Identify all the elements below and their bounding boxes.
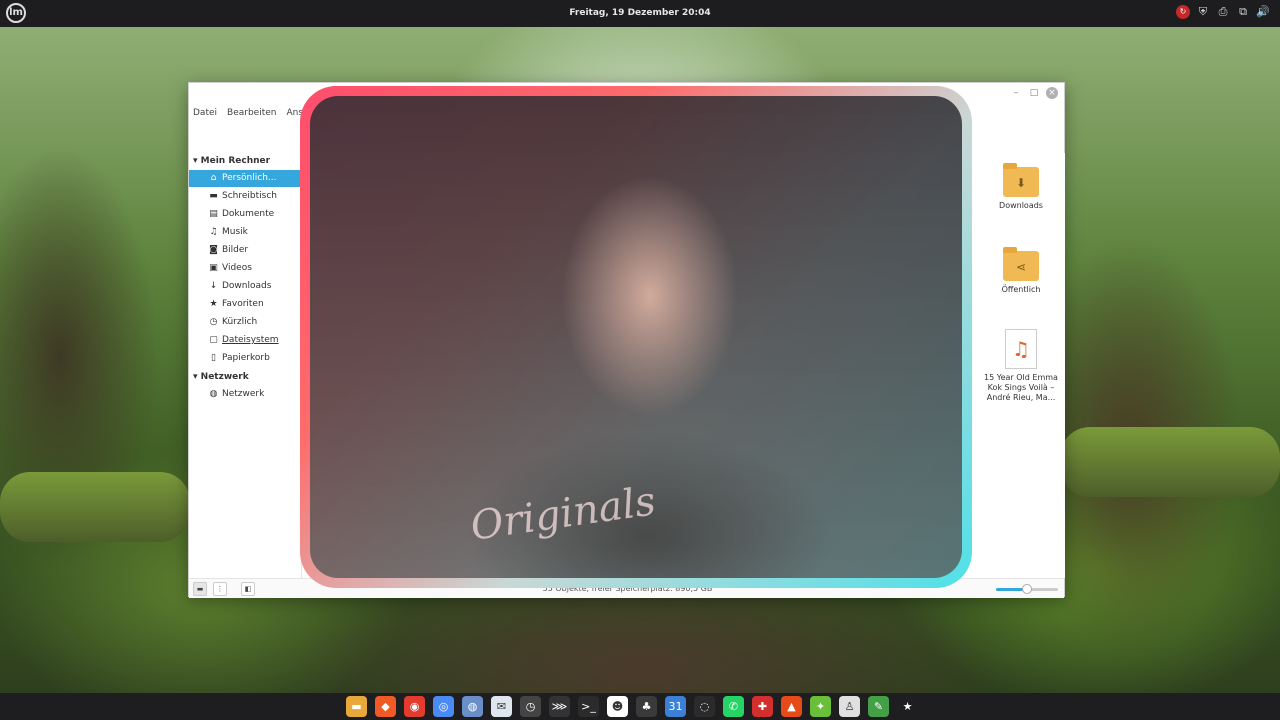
music-icon: ♫ — [209, 227, 218, 237]
clock[interactable]: Freitag, 19 Dezember 20:04 — [0, 8, 1280, 18]
mossy-log — [0, 472, 190, 542]
share-icon: ⋖ — [1003, 247, 1039, 281]
minimize-icon[interactable]: – — [1010, 87, 1022, 99]
sidebar-item-desktop[interactable]: ▬ Schreibtisch — [189, 188, 301, 205]
vivaldi-icon[interactable]: ◉ — [404, 696, 425, 717]
files-icon[interactable]: ▬ — [346, 696, 367, 717]
sidebar-header-network[interactable]: ▾ Netzwerk — [193, 372, 249, 382]
system-tray: ↻ ⛨ ⎙ ⧉ 🔊 — [1176, 5, 1270, 19]
sidebar-header-computer[interactable]: ▾ Mein Rechner — [193, 156, 270, 166]
menu-file[interactable]: Datei — [193, 108, 217, 118]
maximize-icon[interactable]: □ — [1028, 87, 1040, 99]
update-icon[interactable]: ↻ — [1176, 5, 1190, 19]
sidebar-item-trash[interactable]: ▯ Papierkorb — [189, 350, 301, 367]
sidebar-item-filesystem[interactable]: ▢ Dateisystem — [189, 332, 301, 349]
download-icon: ⬇ — [1003, 163, 1039, 197]
file-name: 15 Year Old Emma Kok Sings Voilà – André… — [984, 373, 1058, 402]
app-red-icon[interactable]: ✚ — [752, 696, 773, 717]
menu-edit[interactable]: Bearbeiten — [227, 108, 276, 118]
sidebar-item-videos[interactable]: ▣ Videos — [189, 260, 301, 277]
home-icon: ⌂ — [210, 173, 217, 183]
sidebar-item-label: Downloads — [222, 281, 272, 291]
webcam-video: Originals — [310, 96, 962, 578]
close-icon[interactable]: × — [1046, 87, 1058, 99]
dock: ▬ ◆ ◉ ◎ ◍ ✉ ◷ ⋙ >_ ☻ ♣ 31 ◌ ✆ ✚ ▲ ✦ ♙ ✎ ★ — [0, 693, 1280, 720]
network-icon[interactable]: ⧉ — [1236, 5, 1250, 19]
calendar-icon[interactable]: 31 — [665, 696, 686, 717]
sidebar-item-favorites[interactable]: ★ Favoriten — [189, 296, 301, 313]
sidebar-item-label: Netzwerk — [222, 389, 265, 399]
browser-icon[interactable]: ◍ — [462, 696, 483, 717]
file-item-downloads[interactable]: ⬇ Downloads — [981, 163, 1061, 211]
sidebar-item-downloads[interactable]: ↓ Downloads — [189, 278, 301, 295]
music-file-icon: ♫ — [1005, 329, 1037, 369]
webcam-overlay: Originals — [300, 86, 972, 588]
download-icon: ↓ — [209, 281, 218, 291]
sidebar-item-label: Musik — [222, 227, 248, 237]
timeshift-icon[interactable]: ◷ — [520, 696, 541, 717]
sidebar-item-label: Videos — [222, 263, 252, 273]
sidebar-item-label: Favoriten — [222, 299, 264, 309]
sidebar-item-label: Kürzlich — [222, 317, 258, 327]
game-icon[interactable]: ☻ — [607, 696, 628, 717]
favorites-icon[interactable]: ★ — [897, 696, 918, 717]
file-name: Downloads — [999, 201, 1043, 210]
steam-icon[interactable]: ♣ — [636, 696, 657, 717]
sidebar-item-network[interactable]: ◍ Netzwerk — [189, 386, 301, 403]
shirt-text: Originals — [467, 478, 659, 550]
mossy-log — [1060, 427, 1280, 497]
sidebar-item-music[interactable]: ♫ Musik — [189, 224, 301, 241]
trash-icon: ▯ — [211, 353, 216, 363]
sidebar-item-home[interactable]: ⌂ Persönlich... — [189, 170, 301, 187]
file-item-music[interactable]: ♫ 15 Year Old Emma Kok Sings Voilà – And… — [981, 329, 1061, 403]
camera-icon: ◙ — [209, 245, 218, 255]
terminal-icon[interactable]: >_ — [578, 696, 599, 717]
sidebar-item-label: Persönlich... — [222, 173, 277, 183]
linux-icon[interactable]: ♙ — [839, 696, 860, 717]
globe-icon: ◍ — [209, 389, 218, 399]
file-item-public[interactable]: ⋖ Öffentlich — [981, 247, 1061, 295]
star-icon: ★ — [209, 299, 218, 309]
mail-icon[interactable]: ✉ — [491, 696, 512, 717]
sidebar-item-label: Schreibtisch — [222, 191, 277, 201]
brave-icon[interactable]: ◆ — [375, 696, 396, 717]
top-panel: lm Freitag, 19 Dezember 20:04 ↻ ⛨ ⎙ ⧉ 🔊 — [0, 0, 1280, 27]
sidebar-item-recent[interactable]: ◷ Kürzlich — [189, 314, 301, 331]
sidebar-item-documents[interactable]: ▤ Dokumente — [189, 206, 301, 223]
video-icon: ▣ — [209, 263, 218, 273]
zoom-knob[interactable] — [1022, 584, 1032, 594]
sync-icon[interactable]: ◌ — [694, 696, 715, 717]
sidebar-item-label: Papierkorb — [222, 353, 270, 363]
zoom-slider[interactable] — [996, 584, 1058, 594]
drive-icon: ▢ — [209, 335, 218, 345]
desktop-icon: ▬ — [209, 191, 218, 201]
obs-icon[interactable]: ⋙ — [549, 696, 570, 717]
sidebar-item-pictures[interactable]: ◙ Bilder — [189, 242, 301, 259]
whatsapp-icon[interactable]: ✆ — [723, 696, 744, 717]
document-icon: ▤ — [209, 209, 218, 219]
sidebar: ▾ Mein Rechner ⌂ Persönlich... ▬ Schreib… — [189, 153, 302, 578]
volume-icon[interactable]: 🔊 — [1256, 5, 1270, 19]
printer-icon[interactable]: ⎙ — [1216, 5, 1230, 19]
shield-icon[interactable]: ⛨ — [1196, 5, 1210, 19]
puzzle-icon[interactable]: ✦ — [810, 696, 831, 717]
chrome-icon[interactable]: ◎ — [433, 696, 454, 717]
sidebar-item-label: Dokumente — [222, 209, 275, 219]
sidebar-item-label: Dateisystem — [222, 335, 279, 345]
dock-items: ▬ ◆ ◉ ◎ ◍ ✉ ◷ ⋙ >_ ☻ ♣ 31 ◌ ✆ ✚ ▲ ✦ ♙ ✎ ★ — [346, 696, 918, 717]
fire-icon[interactable]: ▲ — [781, 696, 802, 717]
sidebar-item-label: Bilder — [222, 245, 249, 255]
edit-icon[interactable]: ✎ — [868, 696, 889, 717]
clock-icon: ◷ — [209, 317, 218, 327]
file-name: Öffentlich — [1001, 285, 1041, 294]
